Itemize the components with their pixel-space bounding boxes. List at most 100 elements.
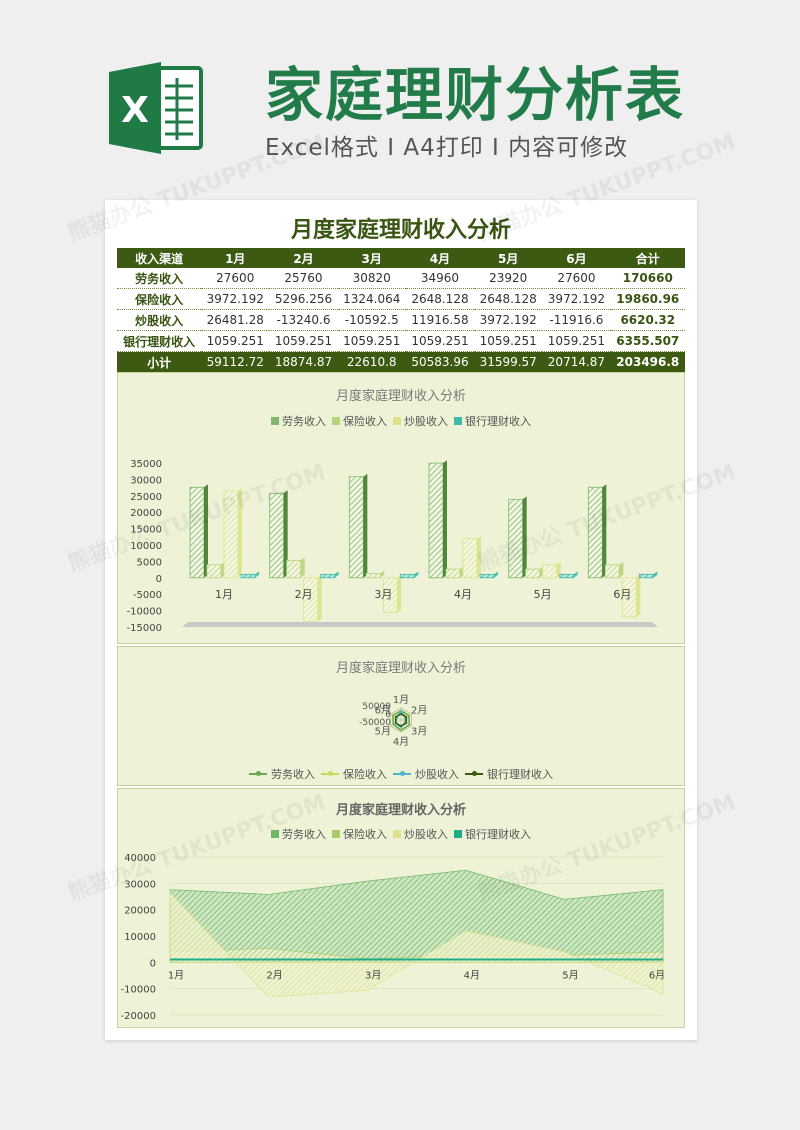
- sheet-paper: 月度家庭理财收入分析 收入渠道 1月 2月 3月 4月 5月 6月 合计 劳务收入 27600 25…: [105, 200, 697, 1040]
- column-header: 3月: [337, 248, 406, 268]
- table-cell: 1059.251: [542, 330, 611, 352]
- radar-axis-label: 4月: [393, 736, 409, 748]
- row-label: 保险收入: [117, 288, 202, 310]
- subtotal-cell: 59112.72: [201, 351, 270, 372]
- bar-side: [397, 574, 402, 613]
- sheet-title: 月度家庭理财收入分析: [290, 218, 511, 243]
- radar-axis-label: 2月: [411, 705, 427, 717]
- y-tick-label: -10000: [121, 985, 156, 996]
- bar: [348, 476, 364, 579]
- y-tick-label: 5000: [137, 557, 162, 568]
- area-chart-title: 月度家庭理财收入分析: [335, 803, 466, 818]
- table-cell: -13240.6: [269, 309, 338, 331]
- row-total: 6355.507: [610, 330, 685, 352]
- bar-side: [636, 574, 641, 617]
- legend-label: 劳务收入: [271, 768, 315, 781]
- legend-item: 保险收入: [321, 766, 387, 782]
- subtotal-total: 203496.8: [610, 351, 685, 372]
- row-label: 银行理财收入: [117, 330, 202, 352]
- x-tick-label: 3月: [365, 969, 381, 981]
- x-tick-label: 2月: [295, 588, 313, 601]
- excel-logo-icon: X: [109, 62, 203, 154]
- table-header-row: 收入渠道 1月 2月 3月 4月 5月 6月 合计: [117, 248, 685, 268]
- table-cell: 3972.192: [474, 309, 543, 331]
- table-cell: 5296.256: [269, 288, 338, 310]
- bar-chart: 35000300002500020000150001000050000-5000…: [127, 459, 658, 634]
- row-label: 劳务收入: [117, 268, 202, 289]
- income-table: 收入渠道 1月 2月 3月 4月 5月 6月 合计 劳务收入 27600 25760 30820 349…: [117, 248, 685, 372]
- page-title: 家庭理财分析表: [265, 61, 686, 129]
- bar: [604, 564, 620, 579]
- bar: [206, 564, 222, 579]
- legend-swatch-icon: [332, 830, 340, 838]
- legend-line-icon: [465, 771, 483, 776]
- bar: [542, 564, 558, 579]
- legend-label: 炒股收入: [404, 415, 448, 428]
- table-cell: 26481.28: [201, 309, 270, 331]
- y-tick-label: -10000: [127, 607, 162, 618]
- bar-side: [255, 571, 259, 578]
- y-tick-label: 25000: [130, 492, 162, 503]
- legend-label: 劳务收入: [282, 415, 326, 428]
- bar-side: [443, 460, 447, 578]
- radar-chart-title: 月度家庭理财收入分析: [335, 661, 466, 676]
- x-tick-label: 5月: [534, 588, 552, 601]
- table-cell: 3972.192: [201, 288, 270, 310]
- bar: [365, 573, 381, 579]
- column-header: 4月: [405, 248, 475, 268]
- bar-side: [380, 570, 385, 578]
- row-total: 170660: [610, 268, 685, 289]
- subtotal-cell: 20714.87: [542, 351, 611, 372]
- row-total: 19860.96: [610, 288, 685, 310]
- radar-tick-label: -50000: [359, 718, 391, 728]
- table-cell: 1059.251: [474, 330, 543, 352]
- bar-chart-legend: 劳务收入 保险收入 炒股收入 银行理财收入: [118, 413, 684, 429]
- row-total: 6620.32: [610, 309, 685, 331]
- bar: [269, 492, 285, 579]
- x-tick-label: 6月: [613, 588, 631, 601]
- x-tick-label: 4月: [454, 588, 472, 601]
- bar-side: [317, 574, 322, 622]
- bar-side: [653, 571, 658, 578]
- table-cell: 1059.251: [201, 330, 270, 352]
- bar: [445, 568, 461, 579]
- subtotal-cell: 50583.96: [405, 351, 475, 372]
- y-tick-label: -15000: [127, 623, 162, 634]
- radar-axis-label: 3月: [411, 726, 427, 738]
- x-tick-label: 1月: [215, 588, 233, 601]
- table-cell: 1059.251: [269, 330, 338, 352]
- legend-swatch-icon: [393, 417, 401, 425]
- legend-swatch-icon: [332, 417, 340, 425]
- table-cell: 34960: [405, 268, 475, 289]
- subtotal-label: 小计: [117, 351, 202, 372]
- legend-item: 银行理财收入: [454, 826, 531, 842]
- table-cell: 3972.192: [542, 288, 611, 310]
- bar-side: [573, 571, 578, 578]
- bar: [462, 538, 478, 579]
- legend-label: 银行理财收入: [465, 415, 531, 428]
- legend-label: 保险收入: [343, 768, 387, 781]
- column-header: 6月: [542, 248, 611, 268]
- page: X 家庭理财分析表 Excel格式 I A4打印 I 内容可修改 月度家庭理财收…: [0, 0, 800, 1130]
- x-tick-label: 4月: [464, 969, 480, 981]
- y-tick-label: 0: [150, 958, 156, 969]
- x-tick-label: 2月: [266, 969, 282, 981]
- y-tick-label: 30000: [130, 475, 162, 486]
- y-tick-label: -5000: [133, 590, 162, 601]
- bar: [286, 560, 302, 579]
- legend-line-icon: [249, 771, 267, 776]
- subtotal-row: 小计 59112.72 18874.87 22610.8 50583.96 31599.5…: [117, 351, 685, 372]
- column-header: 5月: [474, 248, 543, 268]
- table-cell: 1324.064: [337, 288, 406, 310]
- table-cell: 23920: [474, 268, 543, 289]
- legend-item: 保险收入: [332, 413, 387, 429]
- legend-item: 炒股收入: [393, 766, 459, 782]
- column-header: 1月: [201, 248, 270, 268]
- legend-item: 炒股收入: [393, 413, 448, 429]
- table-cell: 25760: [269, 268, 338, 289]
- legend-item: 银行理财收入: [454, 413, 531, 429]
- y-tick-label: -20000: [121, 1011, 156, 1022]
- column-header: 2月: [269, 248, 338, 268]
- bar: [320, 573, 336, 579]
- bar-side: [334, 571, 339, 578]
